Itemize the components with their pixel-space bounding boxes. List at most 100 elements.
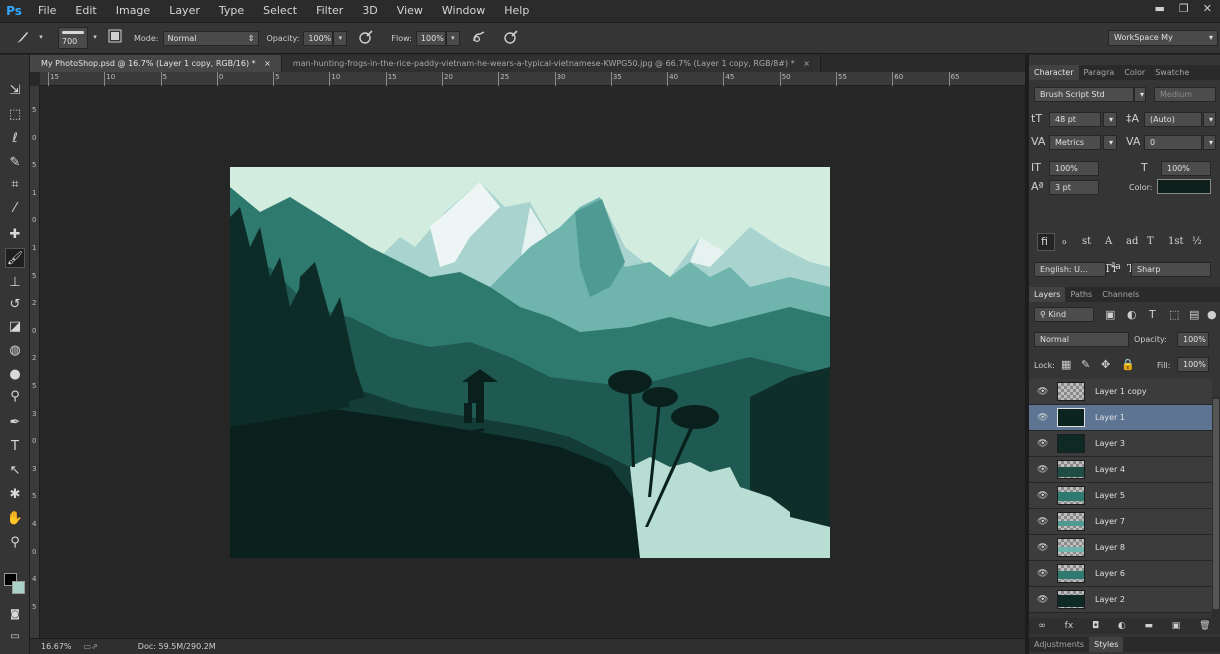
- ordinals-button[interactable]: 1st: [1168, 236, 1184, 247]
- lock-transparency-icon[interactable]: ▦: [1061, 358, 1071, 371]
- tab-styles[interactable]: Styles: [1089, 637, 1124, 652]
- path-selection-tool-icon[interactable]: ↖: [5, 461, 25, 481]
- lasso-tool-icon[interactable]: ℓ: [5, 129, 25, 149]
- text-color-swatch[interactable]: [1157, 179, 1211, 194]
- history-brush-tool-icon[interactable]: ↺: [5, 295, 25, 315]
- brush-panel-toggle-icon[interactable]: [106, 29, 124, 47]
- pen-tool-icon[interactable]: ✒: [5, 413, 25, 433]
- layer-filter-kind-select[interactable]: ⚲ Kind: [1034, 307, 1094, 322]
- blur-tool-icon[interactable]: ●: [5, 365, 25, 385]
- clone-stamp-tool-icon[interactable]: ⊥: [5, 273, 25, 293]
- visibility-eye-icon[interactable]: 👁: [1037, 413, 1048, 423]
- horizontal-scale-input[interactable]: 100%: [1161, 161, 1211, 176]
- quick-mask-icon[interactable]: ◙: [5, 605, 25, 625]
- leading-chevron-icon[interactable]: ▾: [1203, 112, 1216, 127]
- lock-all-icon[interactable]: 🔒: [1121, 358, 1135, 371]
- eraser-tool-icon[interactable]: ◪: [5, 317, 25, 337]
- zoom-tool-icon[interactable]: ⚲: [5, 533, 25, 553]
- status-icon[interactable]: ▭⇗: [84, 642, 98, 651]
- tab-my-photoshop[interactable]: My PhotoShop.psd @ 16.7% (Layer 1 copy, …: [30, 55, 282, 72]
- adjustment-layer-icon[interactable]: ◐: [1118, 621, 1126, 631]
- layer-style-fx-icon[interactable]: fx: [1065, 621, 1074, 631]
- font-style-select[interactable]: Medium: [1154, 87, 1216, 102]
- contextual-alternates-button[interactable]: ad: [1126, 236, 1138, 247]
- brush-picker-chevron-icon[interactable]: ▾: [88, 31, 102, 46]
- menu-filter[interactable]: Filter: [306, 0, 352, 22]
- quick-selection-tool-icon[interactable]: ✎: [5, 153, 25, 173]
- pressure-opacity-icon[interactable]: [357, 29, 375, 47]
- menu-3d[interactable]: 3D: [352, 0, 386, 22]
- layer-row[interactable]: 👁 Layer 1 copy: [1029, 379, 1212, 405]
- font-size-chevron-icon[interactable]: ▾: [1103, 112, 1117, 127]
- tab-channels[interactable]: Channels: [1097, 287, 1144, 302]
- custom-shape-tool-icon[interactable]: ✱: [5, 485, 25, 505]
- add-mask-icon[interactable]: ◘: [1092, 621, 1099, 631]
- airbrush-icon[interactable]: [470, 29, 488, 47]
- tab-man-hunting-frogs[interactable]: man-hunting-frogs-in-the-rice-paddy-viet…: [281, 55, 821, 72]
- brush-size-picker[interactable]: 700: [58, 27, 88, 49]
- tab-paragraph[interactable]: Paragra: [1079, 65, 1120, 80]
- language-select[interactable]: English: U...: [1034, 262, 1106, 277]
- visibility-eye-icon[interactable]: 👁: [1037, 465, 1048, 475]
- delete-layer-icon[interactable]: 🗑: [1199, 621, 1210, 631]
- leading-input[interactable]: (Auto): [1144, 112, 1202, 127]
- menu-select[interactable]: Select: [253, 0, 306, 22]
- layer-row[interactable]: 👁 Layer 3: [1029, 431, 1212, 457]
- tab-paths[interactable]: Paths: [1065, 287, 1097, 302]
- marquee-tool-icon[interactable]: ⬚: [5, 105, 25, 125]
- blend-mode-select[interactable]: Normal: [1034, 332, 1129, 347]
- new-layer-icon[interactable]: ▣: [1172, 621, 1181, 631]
- font-size-input[interactable]: 48 pt: [1049, 112, 1101, 127]
- old-style-button[interactable]: ℴ: [1062, 236, 1067, 247]
- layer-row[interactable]: 👁 Layer 6: [1029, 561, 1212, 587]
- filter-smart-object-icon[interactable]: ▤: [1189, 308, 1199, 321]
- hand-tool-icon[interactable]: ✋: [5, 509, 25, 529]
- menu-view[interactable]: View: [387, 0, 432, 22]
- close-icon[interactable]: ✕: [1203, 2, 1212, 15]
- layer-row[interactable]: 👁 Layer 4: [1029, 457, 1212, 483]
- font-family-select[interactable]: Brush Script Std: [1034, 87, 1134, 102]
- vertical-scale-input[interactable]: 100%: [1049, 161, 1099, 176]
- layer-row[interactable]: 👁 Layer 8: [1029, 535, 1212, 561]
- flow-chevron-icon[interactable]: ▾: [445, 30, 460, 46]
- filter-adjustment-icon[interactable]: ◐: [1127, 308, 1137, 321]
- antialias-select[interactable]: Sharp: [1131, 262, 1211, 277]
- swash-button[interactable]: st: [1082, 236, 1091, 247]
- link-layers-icon[interactable]: ∞: [1038, 621, 1046, 631]
- move-tool-icon[interactable]: ⇲: [5, 81, 25, 101]
- healing-brush-tool-icon[interactable]: ✚: [5, 225, 25, 245]
- fractions-button[interactable]: ½: [1192, 236, 1202, 247]
- tab-close-icon[interactable]: ×: [803, 59, 810, 68]
- visibility-eye-icon[interactable]: 👁: [1037, 491, 1048, 501]
- baseline-shift-input[interactable]: 3 pt: [1049, 180, 1099, 195]
- visibility-eye-icon[interactable]: 👁: [1037, 439, 1048, 449]
- menu-image[interactable]: Image: [106, 0, 159, 22]
- fill-input[interactable]: 100%: [1177, 357, 1209, 372]
- font-family-chevron-icon[interactable]: ▾: [1134, 87, 1146, 102]
- menu-file[interactable]: File: [28, 0, 65, 22]
- tracking-chevron-icon[interactable]: ▾: [1203, 135, 1216, 150]
- menu-type[interactable]: Type: [209, 0, 253, 22]
- visibility-eye-icon[interactable]: 👁: [1037, 595, 1048, 605]
- layer-row[interactable]: 👁 Layer 7: [1029, 509, 1212, 535]
- document-size[interactable]: Doc: 59.5M/290.2M: [138, 642, 216, 651]
- menu-edit[interactable]: Edit: [65, 0, 105, 22]
- tab-adjustments[interactable]: Adjustments: [1029, 637, 1089, 652]
- brush-tool-icon[interactable]: 🖌: [5, 248, 25, 268]
- layer-row[interactable]: 👁 Layer 5: [1029, 483, 1212, 509]
- zoom-level[interactable]: 16.67%: [41, 642, 72, 651]
- filter-pixel-icon[interactable]: ▣: [1105, 308, 1115, 321]
- layer-opacity-input[interactable]: 100%: [1177, 332, 1209, 347]
- restore-icon[interactable]: ❐: [1179, 2, 1189, 15]
- layer-row[interactable]: 👁 Layer 1: [1029, 405, 1212, 431]
- dodge-tool-icon[interactable]: ⚲: [5, 387, 25, 407]
- tab-character[interactable]: Character: [1029, 65, 1079, 80]
- layers-scrollbar-thumb[interactable]: [1213, 399, 1219, 609]
- visibility-eye-icon[interactable]: 👁: [1037, 517, 1048, 527]
- filter-shape-icon[interactable]: ⬚: [1169, 308, 1179, 321]
- tab-swatches[interactable]: Swatche: [1150, 65, 1194, 80]
- kerning-chevron-icon[interactable]: ▾: [1103, 135, 1117, 150]
- menu-window[interactable]: Window: [432, 0, 494, 22]
- lock-pixels-icon[interactable]: ✎: [1081, 358, 1090, 371]
- chevron-down-icon[interactable]: ▾: [34, 31, 48, 46]
